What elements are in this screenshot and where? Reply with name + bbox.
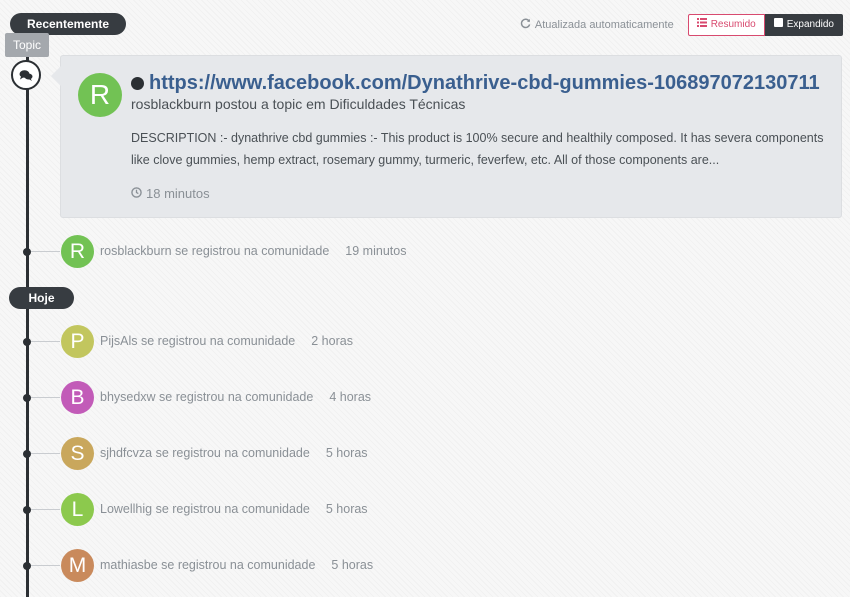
avatar[interactable]: S	[61, 437, 94, 470]
timeline-dot	[23, 394, 31, 402]
activity-text: Lowellhig se registrou na comunidade 5 ho…	[100, 502, 368, 516]
card-arrow	[51, 66, 61, 86]
topic-title-link[interactable]: https://www.facebook.com/Dynathrive-cbd-…	[131, 72, 820, 95]
timeline-connector	[31, 565, 60, 566]
expanded-view-button[interactable]: Expandido	[764, 14, 843, 36]
comments-icon	[11, 60, 41, 90]
section-label-today: Hoje	[9, 287, 74, 309]
topic-title[interactable]: https://www.facebook.com/Dynathrive-cbd-…	[149, 72, 820, 95]
activity-time: 5 horas	[325, 446, 368, 460]
avatar[interactable]: L	[61, 493, 94, 526]
activity-time: 2 horas	[311, 334, 353, 348]
activity-time: 4 horas	[329, 390, 372, 404]
activity-time: 19 minutos	[345, 244, 407, 258]
summary-view-button[interactable]: Resumido	[687, 14, 765, 36]
activity-item: S sjhdfcvza se registrou na comunidade 5 …	[0, 437, 600, 471]
timeline-dot	[23, 248, 31, 256]
topic-subtitle: rosblackburn postou a topic em Dificulda…	[131, 96, 466, 112]
topic-description: DESCRIPTION :- dynathrive cbd gummies :-…	[131, 131, 824, 167]
activity-item: L Lowellhig se registrou na comunidade 5 …	[0, 493, 600, 527]
topic-time: 18 minutos	[131, 186, 210, 201]
activity-time: 5 horas	[331, 558, 374, 572]
clock-icon	[131, 186, 146, 201]
activity-message: bhysedxw se registrou na comunidade	[100, 390, 314, 404]
timeline-connector	[31, 341, 60, 342]
timeline-dot	[23, 506, 31, 514]
avatar[interactable]: M	[61, 549, 94, 582]
timeline-dot	[23, 450, 31, 458]
topic-tag: Topic	[5, 33, 49, 57]
timeline-dot	[23, 562, 31, 570]
stream-controls: Atualizada automaticamente Resumido Expa…	[520, 14, 843, 36]
activity-text: rosblackburn se registrou na comunidade 1…	[100, 244, 406, 258]
avatar[interactable]: B	[61, 381, 94, 414]
timeline-connector	[31, 251, 60, 252]
topic-card: R https://www.facebook.com/Dynathrive-cb…	[51, 55, 842, 218]
activity-message: mathiasbe se registrou na comunidade	[100, 558, 316, 572]
refresh-icon	[520, 18, 535, 32]
activity-item: B bhysedxw se registrou na comunidade 4 h…	[0, 381, 600, 415]
activity-item: M mathiasbe se registrou na comunidade 5 …	[0, 549, 600, 583]
timeline-connector	[31, 509, 60, 510]
avatar[interactable]: P	[61, 325, 94, 358]
unread-dot-icon	[131, 77, 144, 90]
activity-item: R rosblackburn se registrou na comunidad…	[0, 235, 600, 269]
activity-message: rosblackburn se registrou na comunidade	[100, 244, 330, 258]
avatar[interactable]: R	[61, 235, 94, 268]
activity-text: bhysedxw se registrou na comunidade 4 hor…	[100, 390, 371, 404]
activity-text: PijsAls se registrou na comunidade 2 hora…	[100, 334, 353, 348]
timeline-connector	[31, 397, 60, 398]
section-label-recent: Recentemente	[10, 13, 126, 35]
auto-update-status: Atualizada automaticamente	[520, 18, 674, 32]
square-icon	[773, 15, 787, 35]
expanded-view-label: Expandido	[786, 19, 834, 30]
timeline-dot	[23, 338, 31, 346]
summary-view-label: Resumido	[710, 19, 756, 30]
activity-message: Lowellhig se registrou na comunidade	[100, 502, 310, 516]
auto-update-label: Atualizada automaticamente	[534, 19, 674, 31]
activity-time: 5 horas	[325, 502, 368, 516]
activity-message: sjhdfcvza se registrou na comunidade	[100, 446, 310, 460]
activity-text: sjhdfcvza se registrou na comunidade 5 ho…	[100, 446, 368, 460]
activity-message: PijsAls se registrou na comunidade	[100, 334, 296, 348]
activity-text: mathiasbe se registrou na comunidade 5 ho…	[100, 558, 373, 572]
timeline-connector	[31, 453, 60, 454]
activity-item: P PijsAls se registrou na comunidade 2 ho…	[0, 325, 600, 359]
avatar[interactable]: R	[78, 73, 122, 117]
topic-time-label: 18 minutos	[146, 186, 210, 201]
list-icon	[696, 15, 711, 35]
